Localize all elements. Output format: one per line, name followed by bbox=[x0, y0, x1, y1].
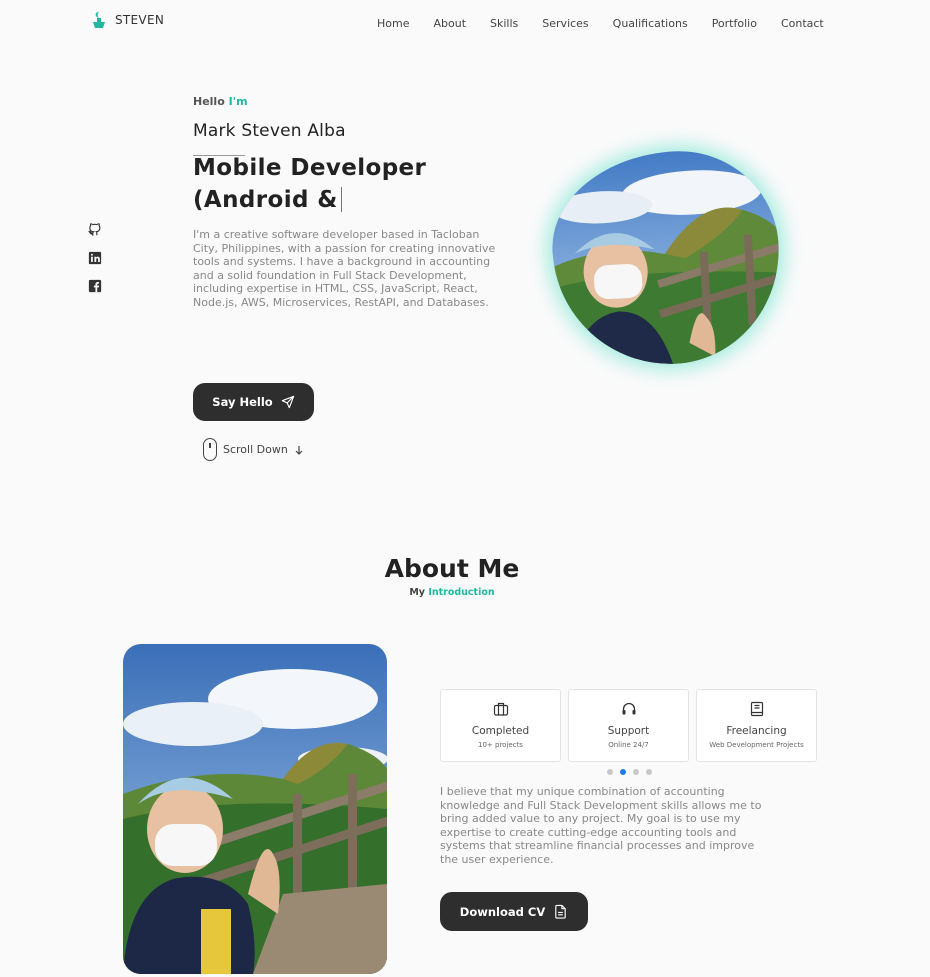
card-title: Freelancing bbox=[726, 725, 787, 737]
facebook-icon[interactable] bbox=[88, 278, 102, 293]
about-photo bbox=[123, 644, 387, 974]
logo-text: STEVEN bbox=[115, 13, 165, 27]
card-subtitle: Web Development Projects bbox=[709, 741, 804, 749]
nav-home[interactable]: Home bbox=[377, 17, 409, 30]
scroll-down-label: Scroll Down bbox=[223, 443, 288, 456]
nav-about[interactable]: About bbox=[433, 17, 466, 30]
carousel-dot-active[interactable] bbox=[620, 769, 626, 775]
card-freelancing: Freelancing Web Development Projects bbox=[696, 689, 817, 762]
hero-name: Mark Steven Alba bbox=[193, 121, 346, 141]
about-description: I believe that my unique combination of … bbox=[440, 785, 762, 866]
logo[interactable]: STEVEN bbox=[91, 10, 164, 30]
about-subtitle: My Introduction bbox=[0, 587, 904, 598]
scroll-down-link[interactable]: Scroll Down bbox=[203, 438, 304, 461]
card-subtitle: 10+ projects bbox=[478, 741, 523, 749]
social-links bbox=[88, 222, 102, 293]
hero-role: Mobile Developer (Android & bbox=[193, 152, 483, 216]
carousel-dot[interactable] bbox=[607, 769, 613, 775]
hero-role-text: Mobile Developer (Android & bbox=[193, 155, 427, 213]
github-icon[interactable] bbox=[88, 222, 102, 236]
download-cv-label: Download CV bbox=[459, 904, 546, 919]
about-subtitle-accent: Introduction bbox=[428, 587, 495, 598]
carousel-dots bbox=[607, 769, 652, 775]
carousel-dot[interactable] bbox=[646, 769, 652, 775]
nav-portfolio[interactable]: Portfolio bbox=[712, 17, 757, 30]
about-info-cards: Completed 10+ projects Support Online 24… bbox=[440, 689, 817, 762]
hero-hello-text: Hello bbox=[193, 95, 225, 108]
nav-skills[interactable]: Skills bbox=[490, 17, 518, 30]
card-subtitle: Online 24/7 bbox=[608, 741, 649, 749]
card-support: Support Online 24/7 bbox=[568, 689, 689, 762]
card-completed: Completed 10+ projects bbox=[440, 689, 561, 762]
nav-qualifications[interactable]: Qualifications bbox=[613, 17, 688, 30]
hero-profile-image bbox=[547, 146, 785, 370]
logo-icon bbox=[93, 11, 105, 28]
file-icon bbox=[555, 904, 566, 919]
nav-services[interactable]: Services bbox=[542, 17, 588, 30]
navbar: STEVEN Home About Skills Services Qualif… bbox=[0, 0, 930, 46]
say-hello-label: Say Hello bbox=[212, 395, 273, 409]
card-title: Completed bbox=[471, 725, 530, 737]
about-subtitle-text: My bbox=[409, 587, 425, 598]
nav-contact[interactable]: Contact bbox=[781, 17, 824, 30]
headset-icon bbox=[622, 702, 635, 715]
hero-hello-accent: I'm bbox=[228, 95, 248, 108]
linkedin-icon[interactable] bbox=[88, 250, 102, 265]
about-title: About Me bbox=[384, 554, 520, 583]
send-icon bbox=[281, 395, 294, 409]
briefcase-icon bbox=[493, 702, 508, 716]
main-menu: Home About Skills Services Qualification… bbox=[377, 17, 848, 30]
say-hello-button[interactable]: Say Hello bbox=[193, 383, 314, 421]
download-cv-button[interactable]: Download CV bbox=[440, 892, 588, 931]
typing-caret bbox=[340, 187, 342, 212]
mouse-icon bbox=[203, 438, 217, 461]
carousel-dot[interactable] bbox=[633, 769, 639, 775]
hero-greeting: Hello I'm bbox=[193, 95, 248, 108]
book-icon bbox=[750, 701, 763, 717]
card-title: Support bbox=[607, 725, 650, 737]
arrow-down-icon bbox=[295, 445, 303, 455]
hero-description: I'm a creative software developer based … bbox=[193, 228, 496, 309]
